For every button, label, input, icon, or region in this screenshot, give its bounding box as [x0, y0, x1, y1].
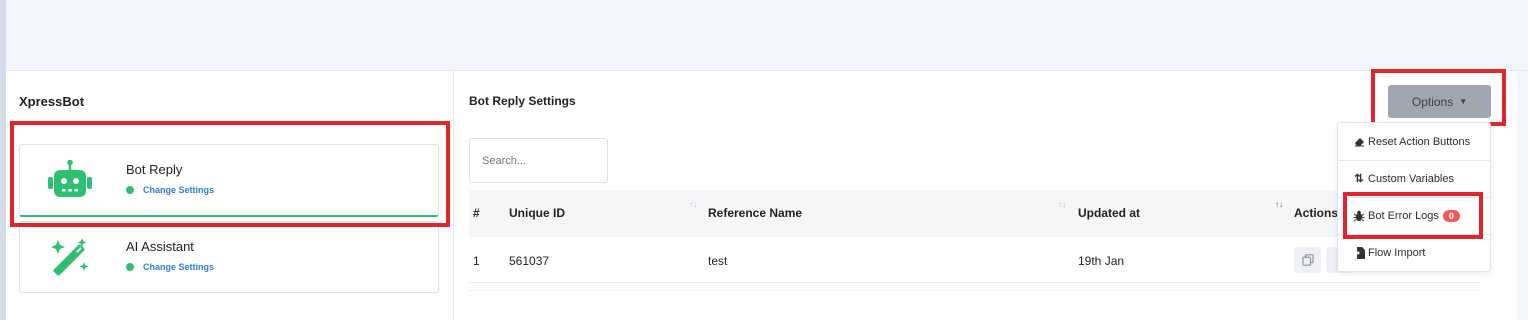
bot-name: AI Assistant	[126, 239, 194, 254]
eraser-icon	[1353, 136, 1365, 148]
cell-updated-at: 19th Jan	[1078, 254, 1125, 268]
column-header-unique-id[interactable]: Unique ID	[509, 206, 565, 220]
sort-icon[interactable]: ↑↓	[1058, 200, 1066, 209]
change-settings-label: Change Settings	[143, 262, 215, 272]
column-header-updated-at[interactable]: Updated at	[1078, 206, 1140, 220]
menu-item-flow-import[interactable]: Flow Import	[1338, 234, 1490, 271]
table-header: # Unique ID ↑↓ Reference Name ↑↓ Updated…	[469, 190, 1480, 237]
menu-item-label: Reset Action Buttons	[1368, 135, 1471, 148]
divider	[469, 290, 1480, 291]
column-header-actions: Actions	[1294, 206, 1339, 220]
magic-wand-icon	[51, 238, 89, 276]
sort-icon[interactable]: ↑↓	[689, 200, 697, 209]
menu-item-label: Custom Variables	[1368, 172, 1454, 185]
bot-card-ai-assistant[interactable]: AI Assistant Change Settings	[19, 221, 439, 293]
highlight-box-options	[1371, 69, 1506, 126]
highlight-box-bot-reply	[10, 121, 450, 227]
file-import-icon	[1353, 246, 1365, 259]
cell-unique-id: 561037	[509, 254, 550, 268]
menu-item-reset-action-buttons[interactable]: Reset Action Buttons	[1338, 123, 1490, 160]
top-header-area	[6, 0, 1528, 71]
status-dot	[126, 263, 134, 271]
table-row: 1 561037 test 19th Jan	[469, 237, 1480, 283]
change-settings-link[interactable]: Change Settings	[126, 262, 214, 272]
menu-item-label: Flow Import	[1368, 246, 1426, 259]
copy-button[interactable]	[1294, 247, 1321, 273]
cell-index: 1	[473, 254, 480, 268]
column-header-reference-name[interactable]: Reference Name	[708, 206, 802, 220]
copy-icon	[1301, 254, 1314, 266]
search-input[interactable]	[469, 138, 608, 183]
panel-title: XpressBot	[19, 94, 85, 109]
column-header-index[interactable]: #	[473, 206, 480, 220]
sort-arrows-icon: ⇅	[1354, 173, 1364, 185]
sort-icon[interactable]: ↑↓	[1275, 200, 1283, 209]
page-title: Bot Reply Settings	[469, 94, 576, 108]
cell-reference-name: test	[708, 254, 728, 268]
highlight-box-bot-error-logs	[1343, 192, 1483, 239]
